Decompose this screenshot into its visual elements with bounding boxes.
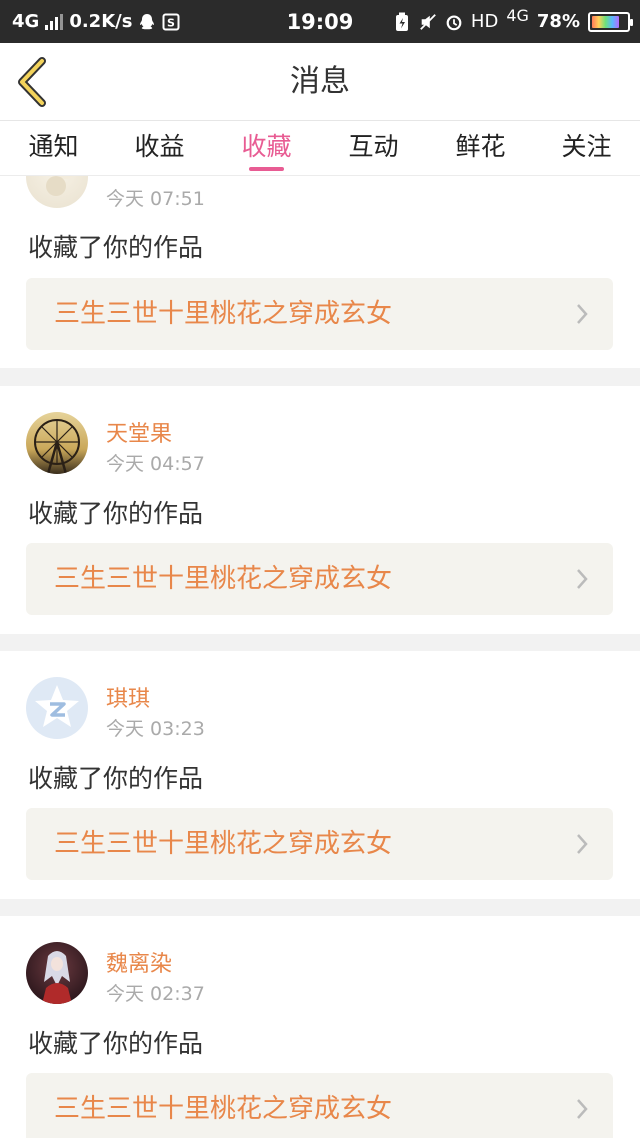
work-link[interactable]: 三生三世十里桃花之穿成玄女 bbox=[26, 543, 613, 615]
network-right-label: 4G bbox=[506, 6, 529, 25]
nav-header: 消息 bbox=[0, 43, 640, 121]
username[interactable]: 琪琪 bbox=[106, 681, 150, 713]
work-title: 三生三世十里桃花之穿成玄女 bbox=[54, 1094, 393, 1124]
page-title: 消息 bbox=[290, 64, 350, 99]
work-link[interactable]: 三生三世十里桃花之穿成玄女 bbox=[26, 1073, 613, 1138]
battery-icon bbox=[588, 11, 633, 32]
tab-following[interactable]: 关注 bbox=[533, 121, 640, 176]
avatar[interactable] bbox=[26, 942, 88, 1004]
status-bar: 4G 0.2K/s S 19:09 HD 4G 78% bbox=[0, 0, 640, 43]
avatar[interactable] bbox=[26, 677, 88, 739]
work-title: 三生三世十里桃花之穿成玄女 bbox=[54, 829, 393, 859]
action-text: 收藏了你的作品 bbox=[28, 233, 204, 262]
mute-icon bbox=[419, 13, 437, 31]
list-item: 天堂果 今天 04:57 收藏了你的作品 三生三世十里桃花之穿成玄女 bbox=[0, 386, 640, 634]
list-item: 魏离染 今天 02:37 收藏了你的作品 三生三世十里桃花之穿成玄女 bbox=[0, 916, 640, 1138]
tab-flowers[interactable]: 鲜花 bbox=[427, 121, 534, 176]
battery-percent: 78% bbox=[536, 11, 580, 32]
hd-label: HD bbox=[470, 11, 499, 32]
list-item: 琪琪 今天 03:23 收藏了你的作品 三生三世十里桃花之穿成玄女 bbox=[0, 651, 640, 899]
chevron-right-icon bbox=[577, 304, 588, 324]
work-title: 三生三世十里桃花之穿成玄女 bbox=[54, 564, 393, 594]
work-link[interactable]: 三生三世十里桃花之穿成玄女 bbox=[26, 278, 613, 350]
username[interactable]: 魏离染 bbox=[106, 946, 172, 978]
work-link[interactable]: 三生三世十里桃花之穿成玄女 bbox=[26, 808, 613, 880]
timestamp: 今天 02:37 bbox=[106, 983, 205, 1005]
status-right: HD 4G 78% bbox=[393, 0, 633, 43]
chevron-right-icon bbox=[577, 834, 588, 854]
timestamp: 今天 04:57 bbox=[106, 453, 205, 475]
tab-notifications[interactable]: 通知 bbox=[0, 121, 107, 176]
tab-favorites[interactable]: 收藏 bbox=[213, 121, 320, 176]
avatar[interactable] bbox=[26, 412, 88, 474]
timestamp: 今天 03:23 bbox=[106, 718, 205, 740]
action-text: 收藏了你的作品 bbox=[28, 499, 204, 528]
message-list[interactable]: 今天 07:51 收藏了你的作品 三生三世十里桃花之穿成玄女 天堂果 今天 04… bbox=[0, 176, 640, 1138]
chevron-right-icon bbox=[577, 569, 588, 589]
avatar[interactable] bbox=[26, 176, 88, 208]
chevron-right-icon bbox=[577, 1099, 588, 1119]
list-item: 今天 07:51 收藏了你的作品 三生三世十里桃花之穿成玄女 bbox=[0, 176, 640, 368]
username[interactable]: 天堂果 bbox=[106, 416, 172, 448]
timestamp: 今天 07:51 bbox=[106, 188, 205, 210]
tab-interaction[interactable]: 互动 bbox=[320, 121, 427, 176]
tab-bar: 通知 收益 收藏 互动 鲜花 关注 bbox=[0, 121, 640, 176]
alarm-icon bbox=[445, 13, 463, 31]
action-text: 收藏了你的作品 bbox=[28, 764, 204, 793]
work-title: 三生三世十里桃花之穿成玄女 bbox=[54, 299, 393, 329]
action-text: 收藏了你的作品 bbox=[28, 1029, 204, 1058]
tab-earnings[interactable]: 收益 bbox=[106, 121, 213, 176]
battery-saver-icon bbox=[393, 12, 411, 31]
